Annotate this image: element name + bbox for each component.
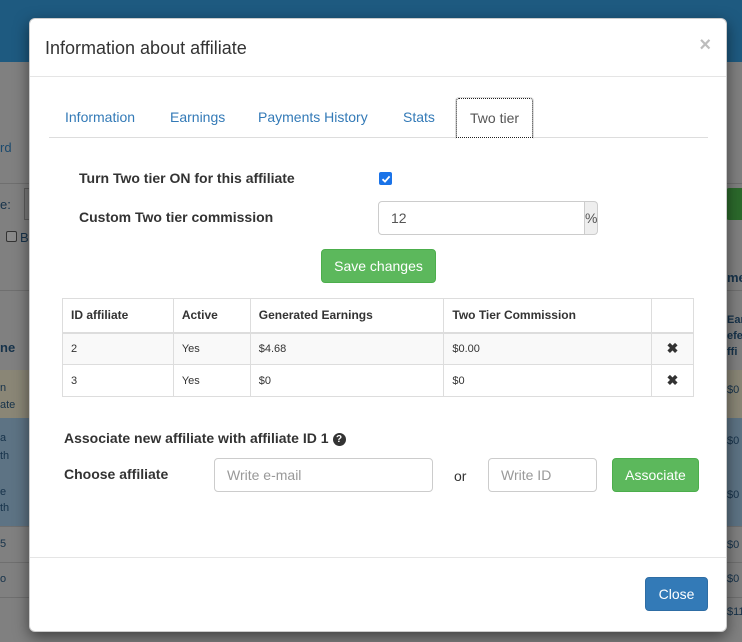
column-header-actions [651,298,694,334]
cell-commission: $0 [443,364,652,397]
save-changes-button[interactable]: Save changes [321,249,436,283]
table-row: 3 Yes $0 $0 ✖ [62,364,694,397]
modal-footer [30,557,726,558]
affiliate-email-input[interactable] [214,458,433,492]
background-text: n [0,382,7,394]
column-header-commission: Two Tier Commission [443,298,652,334]
background-text: e: [0,197,11,212]
affiliate-id-input[interactable] [488,458,597,492]
column-header-id: ID affiliate [62,298,174,334]
background-button [726,188,742,220]
cell-earnings: $0 [249,364,445,397]
tab-earnings[interactable]: Earnings [170,97,225,138]
tab-stats[interactable]: Stats [403,97,435,138]
column-header-active: Active [172,298,251,334]
associate-button[interactable]: Associate [612,458,699,492]
two-tier-on-checkbox[interactable] [379,172,392,185]
tab-payments-history[interactable]: Payments History [258,97,368,138]
remove-icon[interactable]: ✖ [651,332,694,365]
commission-input[interactable] [378,201,585,235]
close-icon[interactable]: × [699,35,711,55]
checkmark-icon [381,175,390,183]
background-text: $0 [727,539,740,551]
tab-two-tier[interactable]: Two tier [455,97,535,139]
custom-commission-label: Custom Two tier commission [79,209,274,225]
cell-active: Yes [172,364,251,397]
background-text: $0 [727,573,740,585]
background-text: $0 [727,489,740,501]
background-text: $11 [727,606,742,618]
cell-earnings: $4.68 [249,332,445,365]
table-row: 2 Yes $4.68 $0.00 ✖ [62,332,694,365]
background-text: e [0,486,7,498]
close-button[interactable]: Close [645,577,708,611]
cell-id: 2 [62,332,174,365]
background-text: o [0,573,7,585]
background-text: th [0,450,10,462]
cell-commission: $0.00 [443,332,652,365]
background-text: me [727,270,742,285]
tab-information[interactable]: Information [65,97,135,138]
background-text: ffi [727,346,738,358]
background-text: efe [727,330,742,342]
tab-bar: Information Earnings Payments History St… [49,97,708,139]
background-text: ne [0,340,16,355]
background-text: 5 [0,538,7,550]
background-text: $0 [727,435,740,447]
help-icon[interactable]: ? [332,433,346,446]
background-text: $0 [727,384,740,396]
two-tier-table: ID affiliate Active Generated Earnings T… [62,298,694,397]
column-header-earnings: Generated Earnings [249,298,445,334]
choose-affiliate-label: Choose affiliate [64,466,169,482]
remove-icon[interactable]: ✖ [651,364,694,397]
background-text: rd [0,140,12,155]
affiliate-info-modal: Information about affiliate × Informatio… [29,18,727,632]
modal-header: Information about affiliate × [30,19,726,77]
table-header-row: ID affiliate Active Generated Earnings T… [62,298,694,334]
background-text: Ear [727,314,742,326]
two-tier-on-label: Turn Two tier ON for this affiliate [79,170,295,186]
associate-heading-text: Associate new affiliate with affiliate I… [64,430,329,446]
background-checkbox [6,231,17,242]
percent-addon: % [585,201,599,235]
background-text: a [0,432,7,444]
or-separator: or [454,468,467,484]
modal-title: Information about affiliate [45,38,247,58]
background-text: B [20,230,29,245]
background-text: ate [0,399,16,411]
cell-active: Yes [172,332,251,365]
commission-input-group: % [378,201,599,235]
associate-heading: Associate new affiliate with affiliate I… [64,430,346,446]
cell-id: 3 [62,364,174,397]
background-text: th [0,502,10,514]
